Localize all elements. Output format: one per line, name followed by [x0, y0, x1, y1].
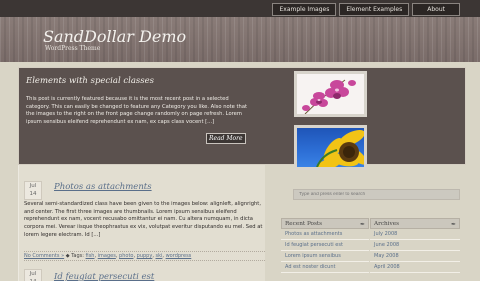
tag-link[interactable]: fish	[86, 253, 95, 259]
nav-tab-about[interactable]: About	[412, 3, 460, 16]
recent-posts-list: Photos as attachments Id feugiat persecu…	[281, 229, 369, 273]
archives-widget: Archives ✒ July 2008 June 2008 May 2008 …	[370, 218, 460, 281]
post-title[interactable]: Id feugiat persecuti est	[54, 272, 154, 281]
pin-icon: ✒	[359, 221, 365, 228]
pin-icon: ✒	[450, 221, 456, 228]
recent-post-link[interactable]: Photos as attachments	[281, 229, 369, 240]
search-input[interactable]	[293, 189, 460, 200]
featured-post: Elements with special classes This post …	[18, 67, 466, 170]
tag-icon: ◆	[65, 253, 70, 259]
site-tagline: WordPress Theme	[45, 45, 101, 52]
post-date-month: Jul	[29, 271, 37, 277]
recent-posts-header: Recent Posts ✒	[281, 218, 369, 229]
nav-tab-element-examples[interactable]: Element Examples	[339, 3, 410, 16]
tag-link[interactable]: photo	[119, 253, 133, 259]
site-title[interactable]: SandDollar Demo	[43, 27, 186, 46]
post-meta: No Comments » ◆ Tags: fish, images, phot…	[24, 251, 265, 261]
nav-tab-example-images[interactable]: Example Images	[272, 3, 337, 16]
archive-link[interactable]: July 2008	[370, 229, 460, 240]
post-date-month: Jul	[29, 183, 37, 189]
recent-posts-widget: Recent Posts ✒ Photos as attachments Id …	[281, 218, 369, 281]
post-date-badge: Jul 14	[24, 269, 42, 281]
recent-post-link[interactable]: Ad est noster dicunt	[281, 262, 369, 273]
post-title[interactable]: Photos as attachments	[54, 182, 152, 192]
tag-link[interactable]: ski	[156, 253, 163, 259]
post-date-day: 14	[29, 191, 37, 197]
sunflower-thumbnail[interactable]	[294, 125, 367, 170]
archives-list: July 2008 June 2008 May 2008 April 2008	[370, 229, 460, 273]
top-bar: Example Images Element Examples About	[0, 0, 480, 17]
archive-link[interactable]: May 2008	[370, 251, 460, 262]
sidebar: Recent Posts ✒ Photos as attachments Id …	[275, 165, 466, 281]
tag-link[interactable]: wordpress	[166, 253, 192, 259]
featured-post-excerpt: This post is currently featured because …	[26, 96, 248, 125]
orchid-thumbnail[interactable]	[294, 71, 367, 117]
archive-link[interactable]: June 2008	[370, 240, 460, 251]
post-excerpt: Several semi-standardized class have bee…	[24, 201, 263, 238]
comments-link[interactable]: No Comments »	[24, 253, 64, 259]
tag-link[interactable]: puppy	[137, 253, 153, 259]
site-header: SandDollar Demo WordPress Theme	[0, 17, 480, 62]
archives-title: Archives	[374, 221, 399, 227]
recent-post-link[interactable]: Lorem ipsum sensibus	[281, 251, 369, 262]
archives-header: Archives ✒	[370, 218, 460, 229]
archive-link[interactable]: April 2008	[370, 262, 460, 273]
tag-link[interactable]: images	[98, 253, 116, 259]
top-nav: Example Images Element Examples About	[272, 3, 460, 16]
recent-post-link[interactable]: Id feugiat persecuti est	[281, 240, 369, 251]
tags-label: Tags:	[71, 253, 84, 259]
recent-posts-title: Recent Posts	[285, 221, 323, 227]
read-more-button[interactable]: Read More	[206, 133, 246, 144]
main-content: Jul 14 Photos as attachments Several sem…	[18, 165, 265, 281]
featured-post-title[interactable]: Elements with special classes	[26, 76, 154, 86]
post-date-badge: Jul 14	[24, 181, 42, 200]
